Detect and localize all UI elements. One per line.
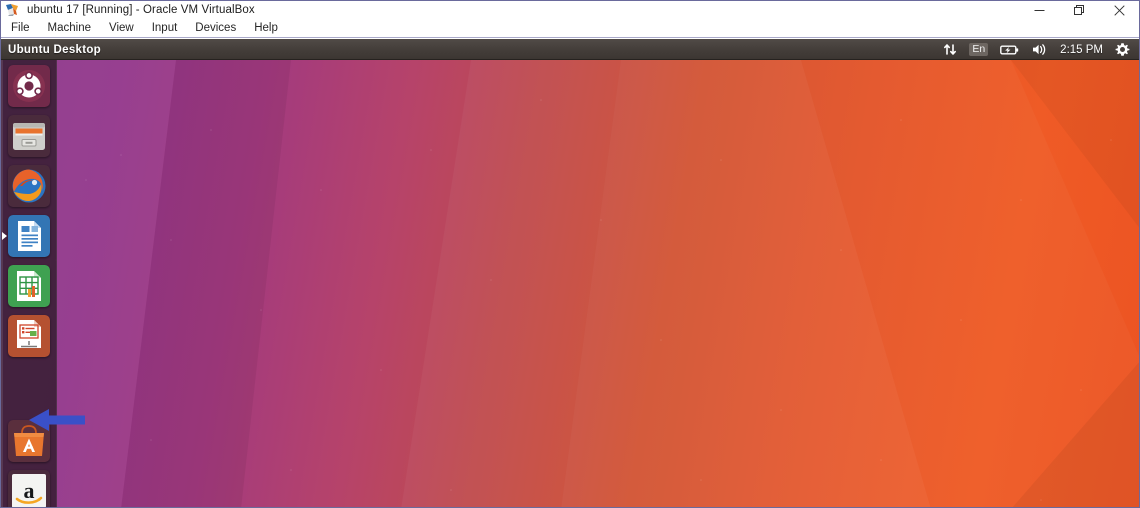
launcher-edge-highlight xyxy=(1,60,3,507)
close-button[interactable] xyxy=(1099,1,1139,19)
launcher-item-calc[interactable] xyxy=(8,265,50,307)
svg-text:a: a xyxy=(24,478,35,503)
window-title: ubuntu 17 [Running] - Oracle VM VirtualB… xyxy=(27,4,255,16)
menu-input[interactable]: Input xyxy=(143,19,187,37)
minimize-button[interactable] xyxy=(1019,1,1059,19)
launcher-item-dash[interactable] xyxy=(8,65,50,107)
menu-devices[interactable]: Devices xyxy=(186,19,245,37)
menu-machine[interactable]: Machine xyxy=(39,19,100,37)
menu-help[interactable]: Help xyxy=(245,19,287,37)
volume-icon[interactable] xyxy=(1026,39,1054,60)
launcher-item-impress[interactable] xyxy=(8,315,50,357)
running-indicator-writer xyxy=(2,232,7,240)
panel-title: Ubuntu Desktop xyxy=(8,43,101,56)
launcher-item-software[interactable] xyxy=(8,420,50,462)
clock-label: 2:15 PM xyxy=(1060,43,1103,56)
keyboard-layout-indicator[interactable]: En xyxy=(963,39,994,60)
guest-screen: Ubuntu Desktop En 2:15 PM a xyxy=(1,39,1139,507)
window-menubar: File Machine View Input Devices Help xyxy=(1,19,1139,38)
launcher-item-writer[interactable] xyxy=(8,215,50,257)
launcher-item-firefox[interactable] xyxy=(8,165,50,207)
desktop-wallpaper xyxy=(1,60,1139,507)
gear-icon[interactable] xyxy=(1109,39,1136,60)
menu-file[interactable]: File xyxy=(1,19,39,37)
virtualbox-logo-icon xyxy=(5,3,21,17)
window-controls xyxy=(1019,1,1139,19)
network-icon[interactable] xyxy=(937,39,963,60)
clock-indicator[interactable]: 2:15 PM xyxy=(1054,39,1109,60)
keyboard-layout-label: En xyxy=(969,43,989,56)
launcher-item-files[interactable] xyxy=(8,115,50,157)
unity-top-panel: Ubuntu Desktop En 2:15 PM xyxy=(1,39,1139,60)
virtualbox-window: ubuntu 17 [Running] - Oracle VM VirtualB… xyxy=(0,0,1140,508)
unity-launcher: a xyxy=(1,60,57,507)
menu-view[interactable]: View xyxy=(100,19,143,37)
window-titlebar: ubuntu 17 [Running] - Oracle VM VirtualB… xyxy=(1,1,1139,19)
restore-button[interactable] xyxy=(1059,1,1099,19)
battery-charging-icon[interactable] xyxy=(994,39,1026,60)
launcher-item-amazon[interactable]: a xyxy=(8,470,50,507)
panel-indicators: En 2:15 PM xyxy=(937,39,1139,60)
